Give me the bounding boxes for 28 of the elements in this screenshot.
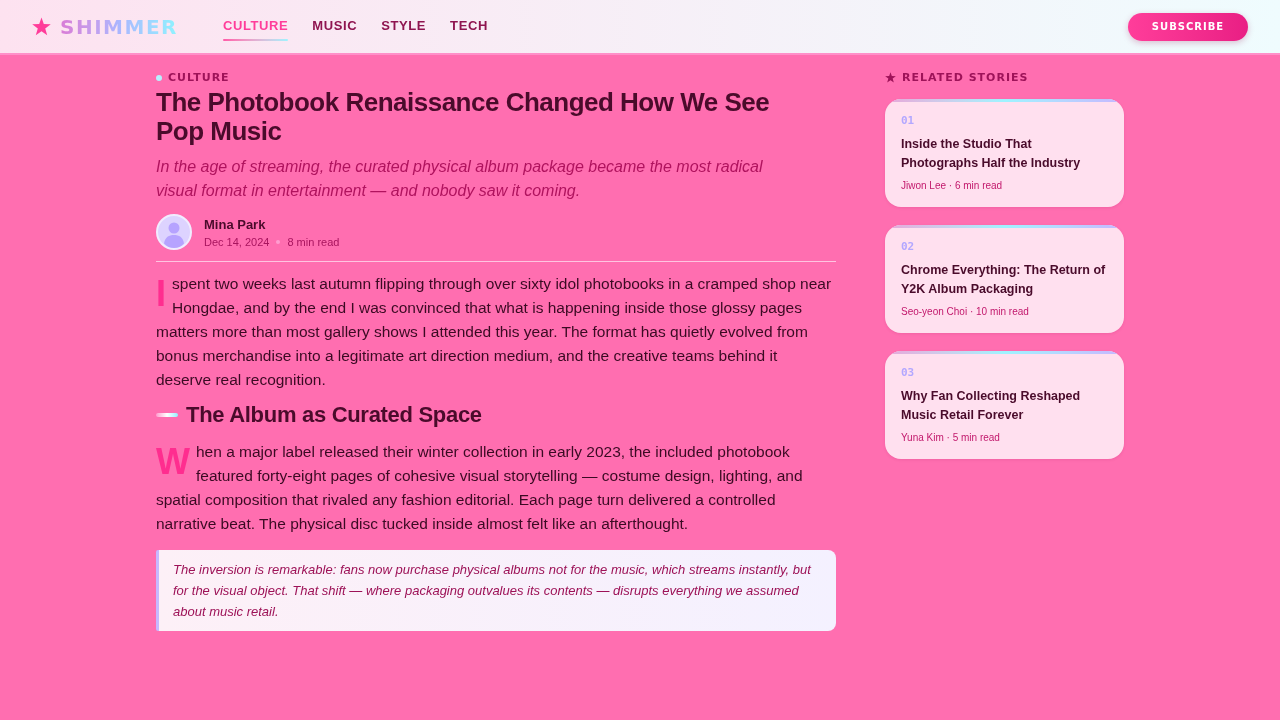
read-time: 8 min read: [287, 234, 340, 249]
article-title: The Photobook Renaissance Changed How We See Pop Music: [156, 88, 771, 146]
story-title[interactable]: Chrome Everything: The Return of Y2K Album Packaging: [901, 261, 1108, 299]
story-title[interactable]: Inside the Studio That Photographs Half the Industry: [901, 135, 1108, 173]
nav-tab[interactable]: MUSIC: [312, 14, 358, 39]
star-icon: [32, 17, 51, 36]
story-meta: Jiwon Lee · 6 min read: [901, 179, 1004, 192]
star-icon: [885, 72, 896, 83]
story-title[interactable]: Why Fan Collecting Reshaped Music Retail Forever: [901, 387, 1108, 425]
accent-bar-icon: [156, 413, 178, 417]
story-card[interactable]: 01 Inside the Studio That Photographs Half the Industry Jiwon Lee · 6 min read: [885, 99, 1124, 207]
article-subtitle: In the age of streaming, the curated physical album package became the most radical visual format in entertainment — and nobody saw it coming.: [156, 157, 764, 201]
nav-tab[interactable]: STYLE: [381, 14, 427, 39]
nav-tab[interactable]: TECH: [450, 14, 488, 39]
publish-date: Dec 14, 2024: [204, 234, 270, 249]
story-meta: Yuna Kim · 5 min read: [901, 431, 1001, 444]
author-name[interactable]: Mina Park: [204, 215, 340, 233]
story-number: 03: [901, 366, 916, 379]
story-card[interactable]: 02 Chrome Everything: The Return of Y2K Album Packaging Seo-yeon Choi · 10 min read: [885, 225, 1124, 333]
story-card[interactable]: 03 Why Fan Collecting Reshaped Music Retail Forever Yuna Kim · 5 min read: [885, 351, 1124, 459]
story-number: 01: [901, 114, 916, 127]
subscribe-button[interactable]: SUBSCRIBE: [1128, 12, 1248, 41]
story-meta: Seo-yeon Choi · 10 min read: [901, 305, 1030, 318]
section-heading: The Album as Curated Space: [186, 401, 482, 429]
story-number: 02: [901, 240, 916, 253]
avatar-icon: [156, 214, 192, 250]
sidebar-heading: RELATED STORIES: [902, 71, 1029, 84]
pull-quote: The inversion is remarkable: fans now purchase physical albums not for the music, which streams instantly, but for the visual object. That shift — where packaging outvalues its contents — disrupts everything we assumed about music retail.: [156, 550, 836, 631]
